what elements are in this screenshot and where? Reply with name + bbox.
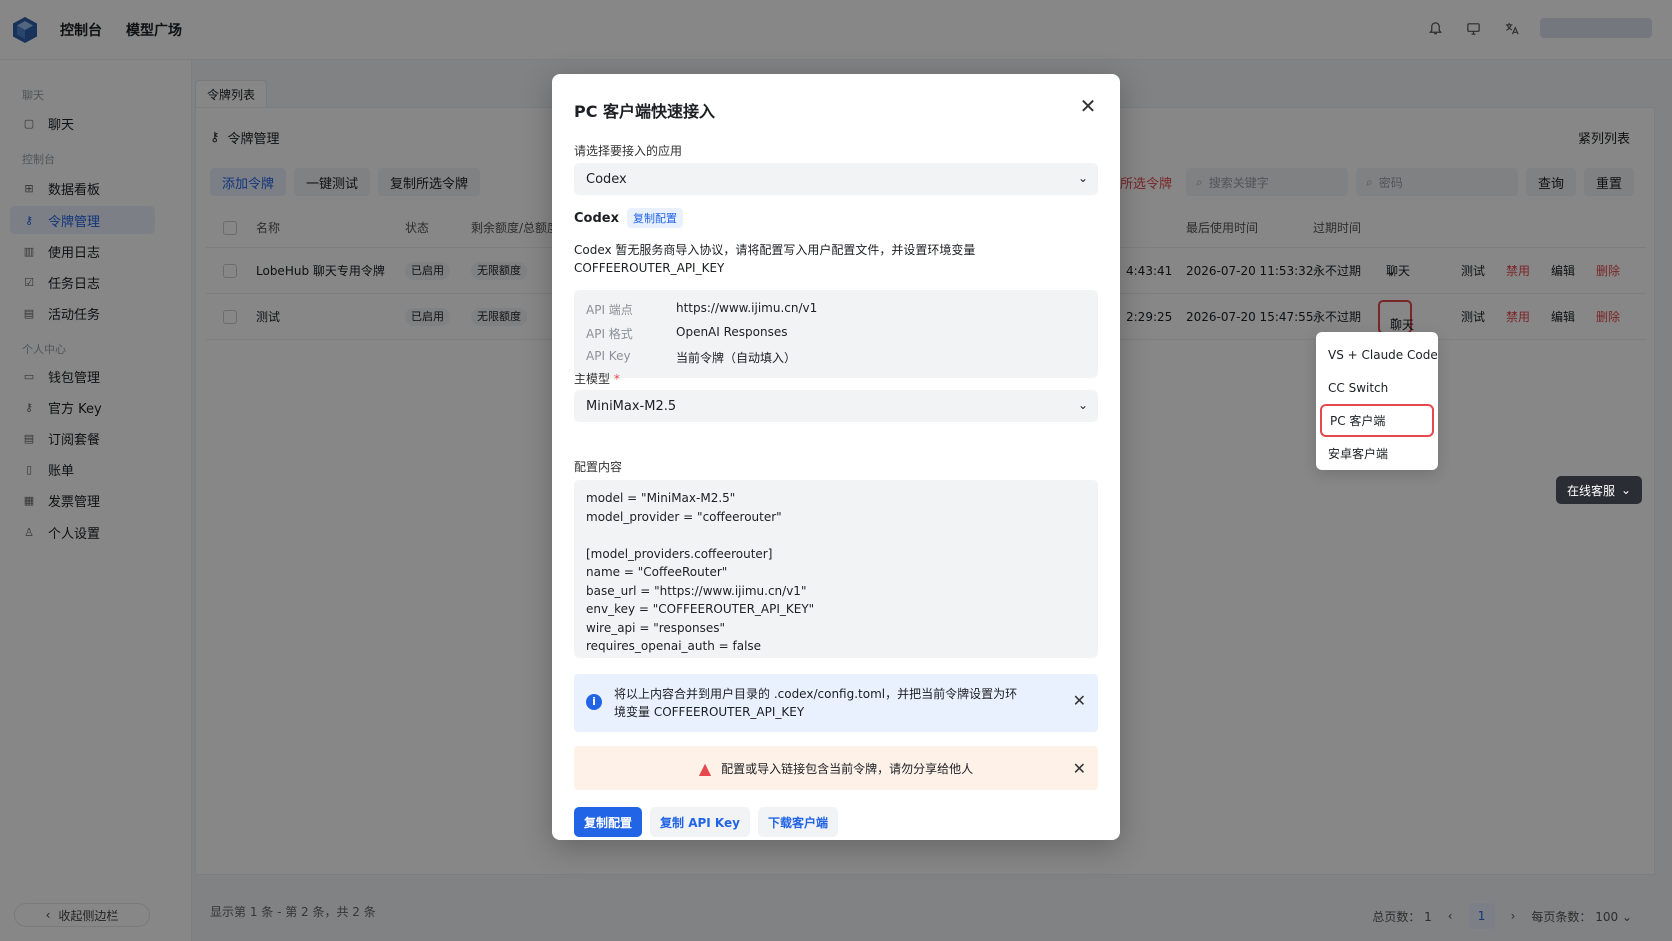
online-support-label: 在线客服	[1566, 483, 1615, 498]
api-info-box: API 端点 https://www.ijimu.cn/v1 API 格式 Op…	[574, 290, 1098, 378]
copy-config-tag[interactable]: 复制配置	[626, 208, 683, 228]
codex-header: Codex 复制配置	[574, 208, 683, 228]
model-select-value: MiniMax-M2.5	[586, 398, 677, 414]
app-select-label: 请选择要接入的应用	[574, 144, 683, 158]
api-endpoint-value: https://www.ijimu.cn/v1	[676, 301, 818, 315]
api-endpoint-key: API 端点	[586, 303, 633, 317]
config-label: 配置内容	[574, 460, 623, 474]
chat-dropdown-menu: VS + Claude Code CC Switch PC 客户端 安卓客户端	[1316, 332, 1438, 470]
model-label: 主模型 *	[574, 370, 620, 387]
config-content[interactable]: model = "MiniMax-M2.5" model_provider = …	[574, 480, 1098, 658]
close-icon[interactable]: ✕	[1073, 692, 1086, 710]
api-format-key: API 格式	[586, 327, 633, 341]
app-select[interactable]: Codex ⌄	[574, 163, 1098, 195]
copy-config-button[interactable]: 复制配置	[574, 807, 643, 837]
required-mark: *	[613, 372, 620, 386]
close-icon[interactable]: ✕	[1073, 759, 1086, 778]
modal-title: PC 客户端快速接入	[574, 102, 716, 121]
info-alert-text: 将以上内容合并到用户目录的 .codex/config.toml，并把当前令牌设…	[614, 687, 1018, 719]
warning-alert: ▲ 配置或导入链接包含当前令牌，请勿分享给他人 ✕	[574, 746, 1098, 790]
app-select-value: Codex	[586, 171, 627, 187]
menu-item-vs-claude-code[interactable]: VS + Claude Code	[1316, 338, 1438, 371]
chevron-down-icon: ⌄	[1620, 483, 1632, 497]
api-key-value: 当前令牌（自动填入）	[676, 351, 797, 365]
model-select[interactable]: MiniMax-M2.5 ⌄	[574, 390, 1098, 422]
info-alert: i 将以上内容合并到用户目录的 .codex/config.toml，并把当前令…	[574, 674, 1098, 732]
chevron-down-icon: ⌄	[1077, 398, 1088, 412]
info-icon: i	[586, 694, 602, 710]
pc-client-modal: PC 客户端快速接入 ✕ 请选择要接入的应用 Codex ⌄ Codex 复制配…	[552, 74, 1120, 840]
modal-actions: 复制配置 复制 API Key 下载客户端	[574, 807, 838, 837]
warning-icon: ▲	[698, 758, 712, 778]
model-label-text: 主模型	[574, 372, 611, 386]
api-key-key: API Key	[586, 349, 631, 363]
download-client-button[interactable]: 下载客户端	[757, 807, 838, 837]
codex-label: Codex	[574, 210, 619, 226]
copy-api-key-button[interactable]: 复制 API Key	[650, 807, 750, 837]
menu-item-android-client[interactable]: 安卓客户端	[1316, 437, 1438, 470]
api-format-value: OpenAI Responses	[676, 325, 788, 339]
menu-item-cc-switch[interactable]: CC Switch	[1316, 371, 1438, 404]
chevron-down-icon: ⌄	[1077, 171, 1088, 185]
warning-alert-text: 配置或导入链接包含当前令牌，请勿分享给他人	[721, 761, 974, 776]
menu-item-pc-client[interactable]: PC 客户端	[1320, 404, 1434, 437]
online-support-button[interactable]: 在线客服 ⌄	[1556, 476, 1642, 504]
codex-description: Codex 暂无服务商导入协议，请将配置写入用户配置文件，并设置环境变量 COF…	[574, 243, 976, 275]
close-icon[interactable]: ✕	[1078, 94, 1098, 118]
